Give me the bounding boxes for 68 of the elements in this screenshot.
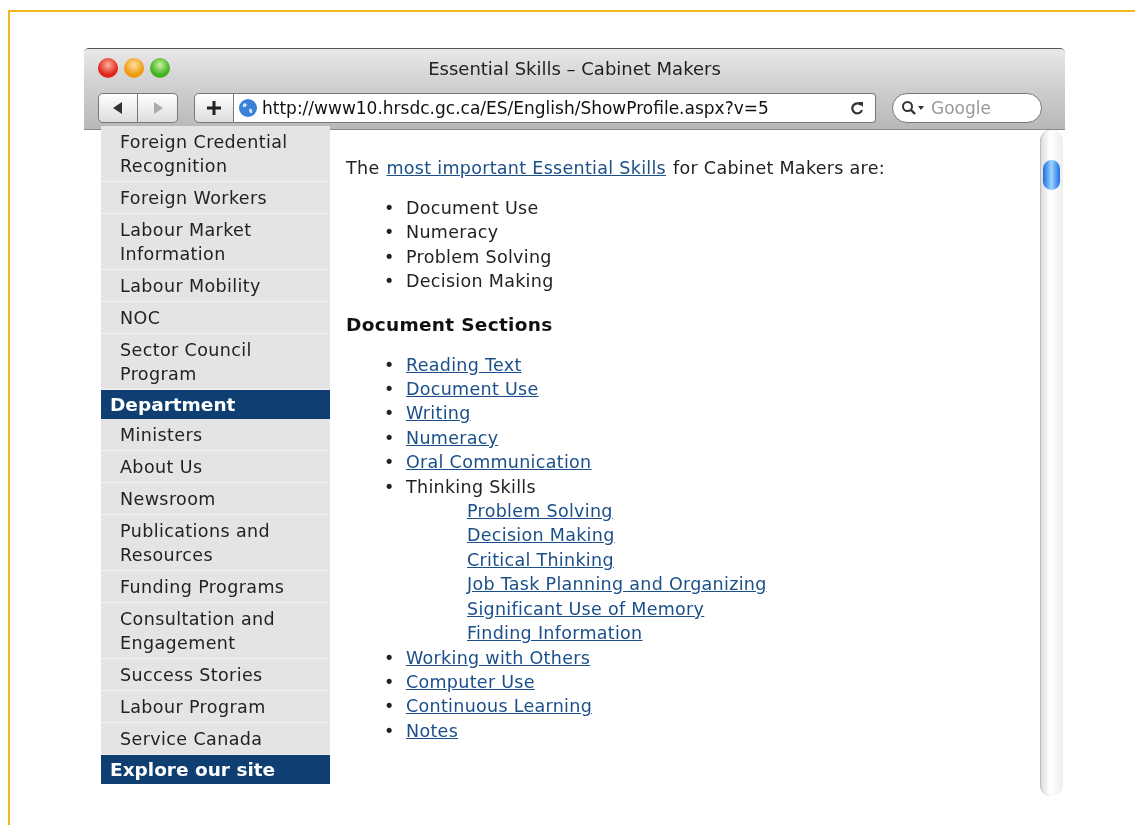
section-link[interactable]: Notes <box>406 720 459 741</box>
subsection-link[interactable]: Critical Thinking <box>467 549 614 570</box>
bullet: • <box>384 475 396 499</box>
scroll-thumb[interactable] <box>1043 160 1060 190</box>
bullet: • <box>384 451 396 475</box>
skill-item: Document Use <box>406 198 539 218</box>
bullet: • <box>384 646 396 670</box>
intro-text: The <box>346 158 380 178</box>
section-heading: Document Sections <box>346 313 554 335</box>
sidebar-item[interactable]: Labour Mobility <box>101 270 330 302</box>
sidebar-heading: Department <box>101 390 330 419</box>
subsection-link[interactable]: Problem Solving <box>467 501 613 522</box>
back-button[interactable] <box>98 93 138 123</box>
sidebar-item[interactable]: Foreign Workers <box>101 182 330 214</box>
skill-item: Decision Making <box>406 271 554 292</box>
bullet: • <box>384 245 396 269</box>
section-link[interactable]: Continuous Learning <box>406 696 593 717</box>
sidebar-item[interactable]: About Us <box>101 451 330 483</box>
address-field[interactable]: http://www10.hrsdc.gc.ca/ES/English/ShowProfile.aspx?v=5 <box>234 93 876 123</box>
bullet: • <box>384 695 396 719</box>
globe-icon <box>238 98 258 118</box>
bullet: • <box>384 378 396 402</box>
section-link[interactable]: Reading Text <box>406 354 522 375</box>
subsection-link[interactable]: Decision Making <box>467 525 615 546</box>
section-link[interactable]: Document Use <box>406 379 539 400</box>
zoom-icon[interactable] <box>150 58 170 78</box>
bullet: • <box>384 221 396 245</box>
sidebar-item[interactable]: Funding Programs <box>101 571 330 603</box>
section-link[interactable]: Oral Communication <box>406 452 592 473</box>
subsection-link[interactable]: Significant Use of Memory <box>467 598 705 619</box>
essential-skills-link[interactable]: most important Essential Skills <box>386 158 667 178</box>
reload-icon[interactable] <box>849 100 865 116</box>
sidebar-item[interactable]: Labour Market Information <box>101 214 330 270</box>
bullet: • <box>384 353 396 377</box>
sidebar-item[interactable]: Foreign Credential Recognition <box>101 126 330 182</box>
sidebar-item[interactable]: Newsroom <box>101 483 330 515</box>
window-title: Essential Skills – Cabinet Makers <box>428 57 721 79</box>
search-icon <box>901 100 927 116</box>
bullet: • <box>384 670 396 694</box>
sidebar-item[interactable]: Success Stories <box>101 659 330 691</box>
section-link[interactable]: Computer Use <box>406 671 535 692</box>
sidebar-heading: Explore our site <box>101 755 330 784</box>
sidebar-item[interactable]: Labour Program <box>101 691 330 723</box>
sidebar-item[interactable]: NOC <box>101 302 330 334</box>
bullet: • <box>384 270 396 294</box>
bullet: • <box>384 426 396 450</box>
back-arrow-icon <box>111 101 125 115</box>
skill-item: Numeracy <box>406 222 499 243</box>
sidebar-item[interactable]: Ministers <box>101 419 330 451</box>
sidebar-item[interactable]: Consultation and Engagement <box>101 603 330 659</box>
bullet: • <box>384 402 396 426</box>
scrollbar[interactable] <box>1040 130 1063 796</box>
section-link[interactable]: Numeracy <box>406 427 499 448</box>
section-label: Thinking Skills <box>406 476 536 497</box>
sidebar-item[interactable]: Publications and Resources <box>101 515 330 571</box>
section-link[interactable]: Writing <box>406 403 471 424</box>
bullet: • <box>384 197 396 220</box>
search-field[interactable]: Google <box>892 93 1042 123</box>
subsection-link[interactable]: Finding Information <box>467 623 643 644</box>
close-icon[interactable] <box>98 58 118 78</box>
intro-text: for Cabinet Makers are: <box>673 158 885 178</box>
subsection-link[interactable]: Job Task Planning and Organizing <box>467 574 767 595</box>
bullet: • <box>384 719 396 743</box>
add-bookmark-button[interactable] <box>194 93 234 123</box>
plus-icon <box>206 100 222 116</box>
section-link[interactable]: Working with Others <box>406 647 591 668</box>
forward-button[interactable] <box>138 93 178 123</box>
skill-item: Problem Solving <box>406 246 552 267</box>
